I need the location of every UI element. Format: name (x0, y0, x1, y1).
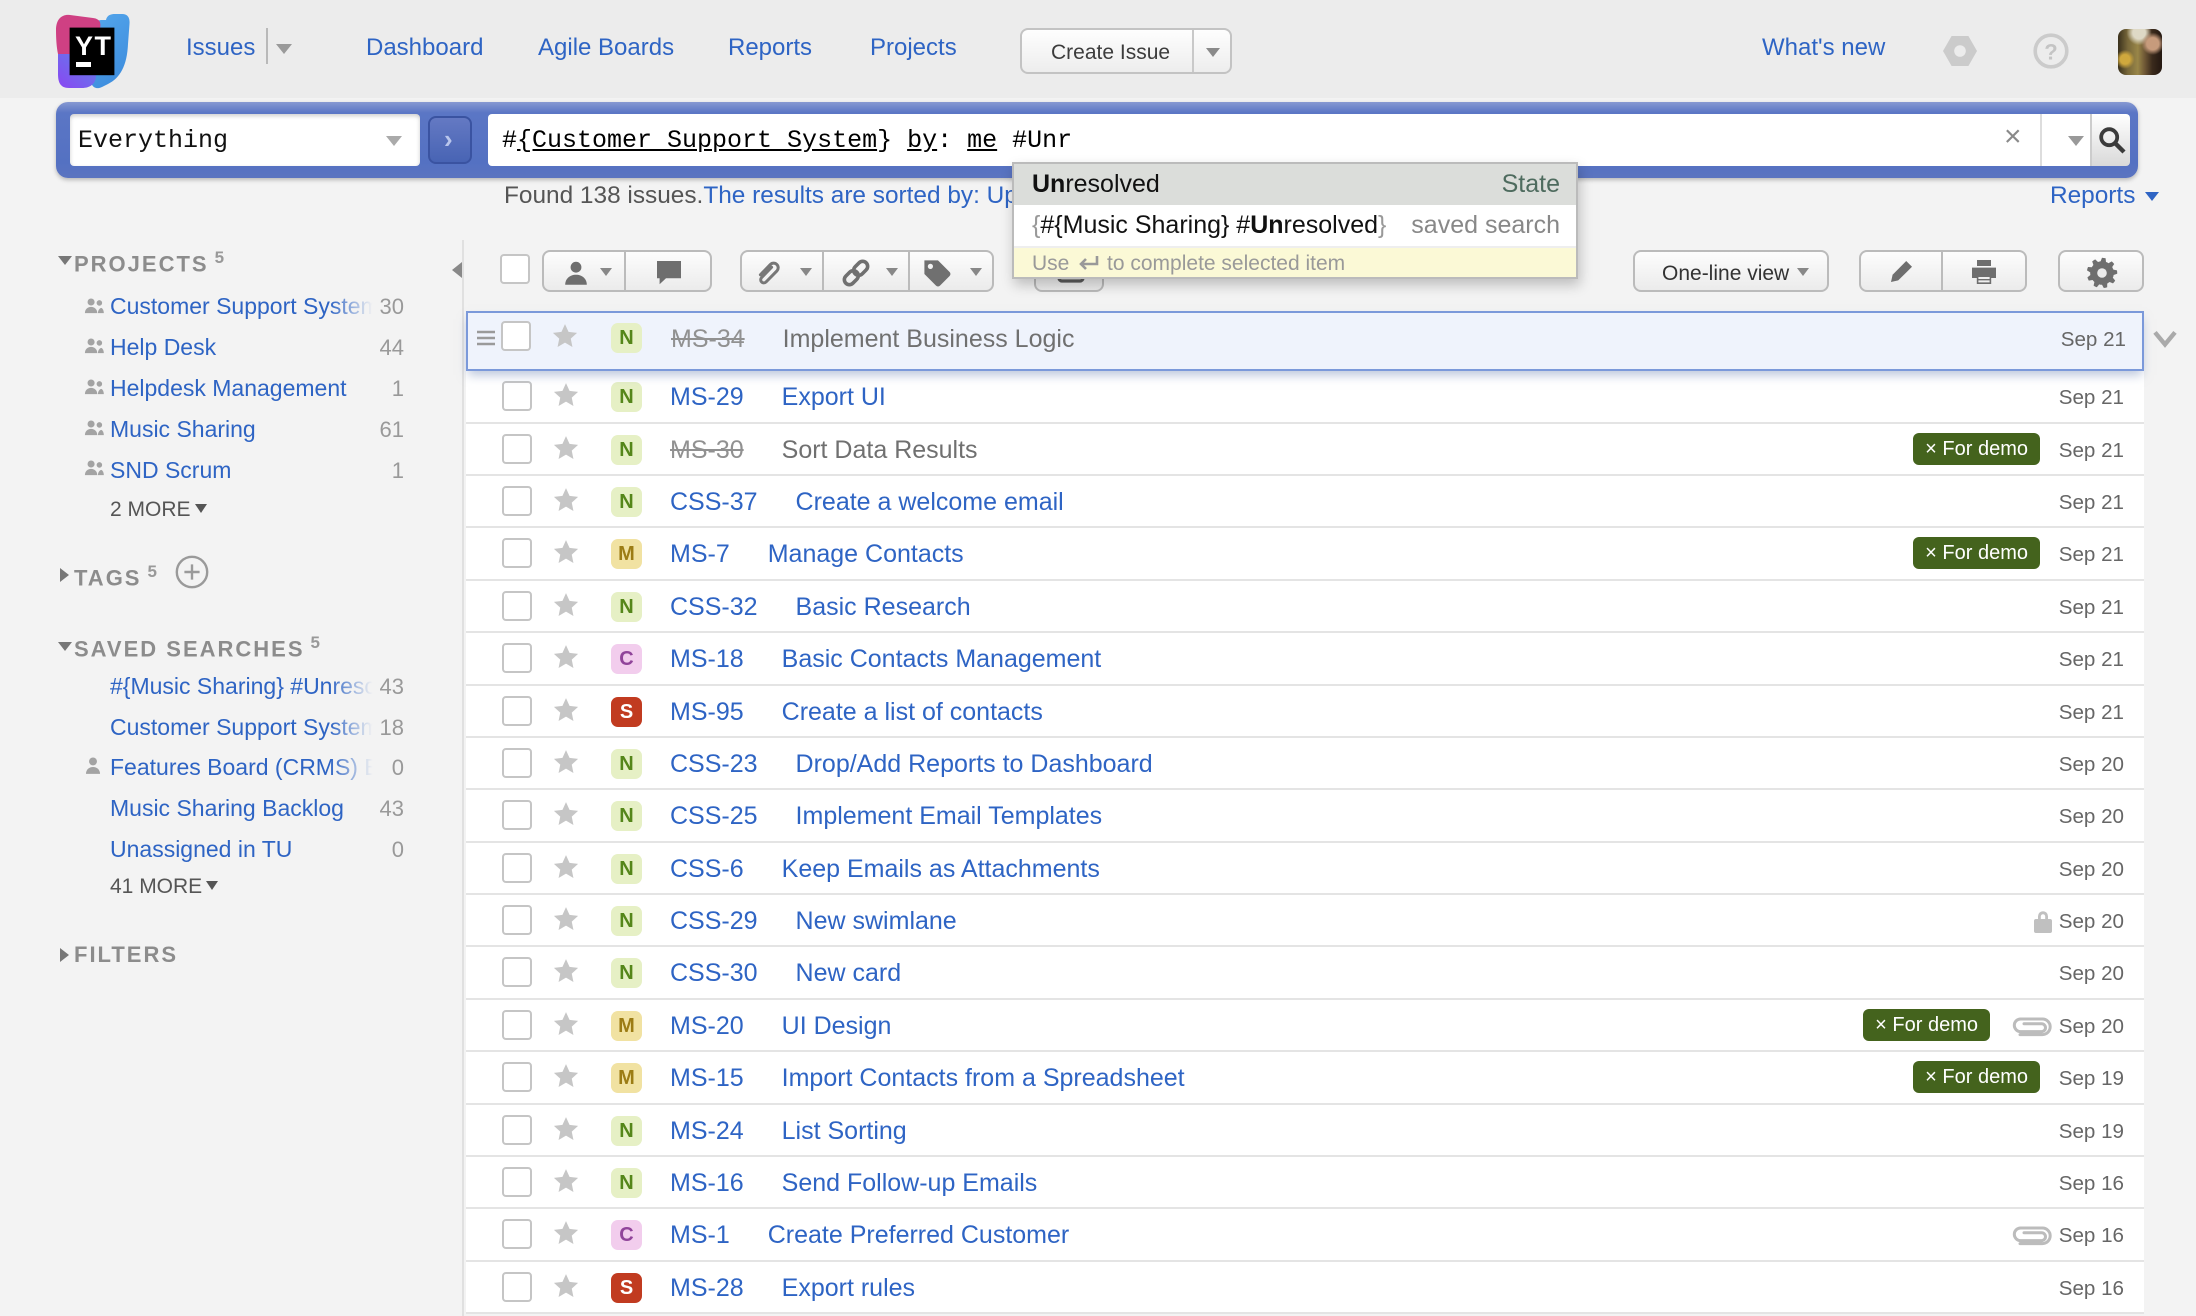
svg-text:?: ? (2044, 39, 2057, 64)
svg-text:YT: YT (75, 31, 113, 61)
